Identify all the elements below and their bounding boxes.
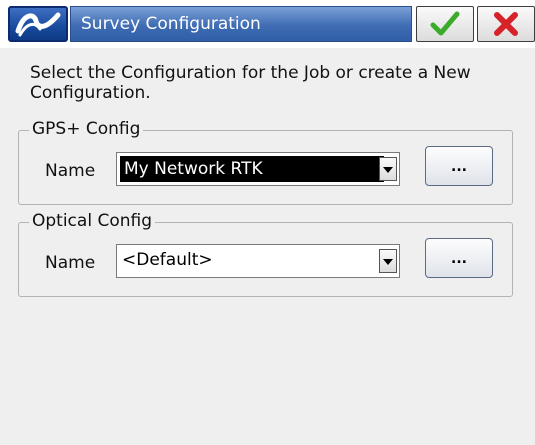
optical-config-group: Optical Config Name <Default> ...: [18, 211, 513, 297]
gps-config-browse-button[interactable]: ...: [425, 146, 493, 186]
gps-config-select[interactable]: My Network RTK: [116, 152, 400, 186]
optical-config-legend: Optical Config: [29, 211, 155, 231]
close-button[interactable]: [477, 6, 535, 42]
gps-name-label: Name: [45, 161, 96, 181]
close-x-icon: [494, 12, 518, 36]
checkmark-icon: [430, 11, 460, 36]
app-logo-icon[interactable]: [8, 6, 68, 42]
title-bar: Survey Configuration: [0, 0, 535, 48]
window-title: Survey Configuration: [81, 14, 261, 34]
chevron-down-icon[interactable]: [379, 157, 397, 181]
gps-config-group: GPS+ Config Name My Network RTK ...: [18, 119, 513, 205]
ok-button[interactable]: [416, 6, 474, 42]
chevron-down-icon[interactable]: [379, 249, 397, 273]
optical-config-browse-button[interactable]: ...: [425, 238, 493, 278]
optical-config-value: <Default>: [122, 250, 213, 270]
optical-config-select[interactable]: <Default>: [116, 244, 400, 278]
survey-configuration-window: Survey Configuration Select the Configur…: [0, 0, 535, 445]
window-title-bar: Survey Configuration: [70, 6, 412, 42]
instruction-text: Select the Configuration for the Job or …: [30, 63, 471, 103]
optical-name-label: Name: [45, 253, 96, 273]
gps-config-legend: GPS+ Config: [29, 119, 144, 139]
gps-config-value: My Network RTK: [120, 156, 384, 182]
